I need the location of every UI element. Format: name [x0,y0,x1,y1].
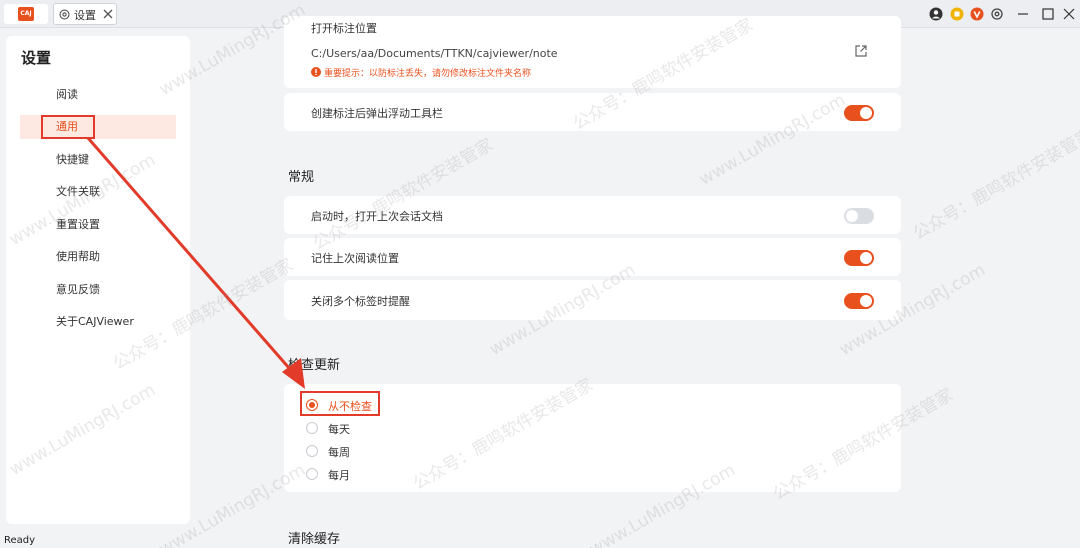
annotation-location-card: 打开标注位置 C:/Users/aa/Documents/TTKN/cajvie… [284,16,901,88]
popup-toolbar-card: 创建标注后弹出浮动工具栏 [284,93,901,131]
vip-icon[interactable] [970,7,984,21]
toggle-knob [860,295,872,307]
reopen-session-toggle[interactable] [844,208,874,224]
reopen-session-label: 启动时，打开上次会话文档 [311,210,443,223]
general-section-title: 常规 [288,170,315,185]
close-icon[interactable] [102,8,114,20]
window-close-icon[interactable] [1061,6,1077,22]
highlight-box-never-check [300,391,380,416]
radio-label: 每月 [328,469,350,482]
user-icon[interactable] [929,7,943,21]
settings-sidebar: 设置 阅读 通用 快捷键 文件关联 重置设置 使用帮助 意见反馈 关于CAJVi… [6,36,190,524]
sidebar-item-file-association[interactable]: 文件关联 [20,180,176,204]
maximize-icon[interactable] [1040,6,1056,22]
highlight-box-general [41,115,95,139]
sidebar-item-feedback[interactable]: 意见反馈 [20,278,176,302]
annotation-path: C:/Users/aa/Documents/TTKN/cajviewer/not… [311,47,558,60]
remember-position-toggle[interactable] [844,250,874,266]
settings-gear-icon[interactable] [990,7,1004,21]
tab-settings[interactable]: 设置 [53,3,117,25]
radio-button[interactable] [306,422,318,434]
sidebar-item-shortcuts[interactable]: 快捷键 [20,148,176,172]
sidebar-item-reading[interactable]: 阅读 [20,83,176,107]
caj-logo-icon: CAJ [18,7,34,21]
warning-icon [311,67,321,77]
update-section-title: 检查更新 [288,358,341,373]
app-logo[interactable]: CAJ [4,4,48,24]
radio-label: 每周 [328,446,350,459]
annotation-warning: 重要提示：以防标注丢失，请勿修改标注文件夹名称 [324,69,532,79]
toggle-knob [846,210,858,222]
general-row-card: 关闭多个标签时提醒 [284,280,901,320]
open-folder-icon[interactable] [854,44,868,58]
radio-label: 每天 [328,423,350,436]
general-row-card: 记住上次阅读位置 [284,238,901,276]
toggle-knob [860,252,872,264]
status-bar-text: Ready [4,535,36,546]
general-row-card: 启动时，打开上次会话文档 [284,196,901,234]
sidebar-title: 设置 [21,49,52,67]
remember-position-label: 记住上次阅读位置 [311,252,399,265]
annotation-location-label: 打开标注位置 [311,22,377,35]
popup-toolbar-toggle[interactable] [844,105,874,121]
clear-cache-section-title: 清除缓存 [288,532,341,547]
close-tabs-warning-toggle[interactable] [844,293,874,309]
radio-button[interactable] [306,445,318,457]
member-badge-icon[interactable] [950,7,964,21]
tab-settings-label: 设置 [74,9,96,22]
watermark-text: 公众号：鹿鸣软件安装管家 [309,135,497,255]
sidebar-item-help[interactable]: 使用帮助 [20,245,176,269]
watermark-text: 公众号：鹿鸣软件安装管家 [909,125,1080,245]
toggle-knob [860,107,872,119]
close-tabs-warning-label: 关闭多个标签时提醒 [311,295,410,308]
sidebar-item-reset[interactable]: 重置设置 [20,213,176,237]
radio-button[interactable] [306,468,318,480]
minimize-icon[interactable] [1015,6,1031,22]
popup-toolbar-label: 创建标注后弹出浮动工具栏 [311,107,443,120]
sidebar-item-about[interactable]: 关于CAJViewer [20,310,176,334]
gear-icon [59,9,70,20]
